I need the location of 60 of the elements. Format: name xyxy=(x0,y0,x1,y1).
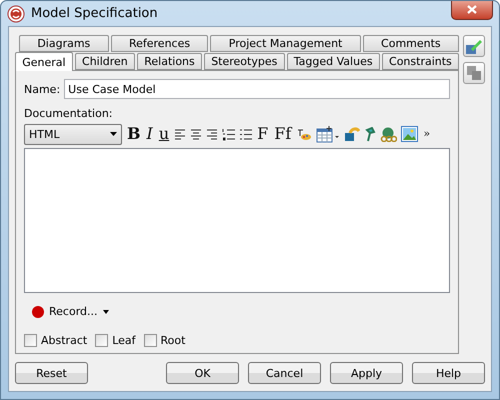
palette-icon xyxy=(296,126,312,142)
checkbox-box[interactable] xyxy=(24,334,37,347)
close-icon xyxy=(467,5,477,14)
checkbox-box[interactable] xyxy=(144,334,157,347)
tab[interactable]: References xyxy=(110,35,208,52)
checkbox[interactable]: Abstract xyxy=(24,334,88,347)
dialog-button[interactable]: Reset xyxy=(15,362,88,384)
tab[interactable]: Constraints xyxy=(382,53,459,70)
checkbox[interactable]: Root xyxy=(144,334,186,347)
align-center-icon xyxy=(190,128,202,140)
tab[interactable]: Diagrams xyxy=(19,35,109,52)
tab[interactable]: Children xyxy=(74,53,136,70)
format-button[interactable]: u xyxy=(158,125,170,143)
toolbar-button[interactable] xyxy=(239,128,252,140)
tab[interactable]: Stereotypes xyxy=(204,53,285,70)
close-button[interactable] xyxy=(451,1,493,20)
bullet-list-icon xyxy=(239,128,252,140)
numbered-list-icon xyxy=(222,128,236,140)
copy-button[interactable] xyxy=(463,62,485,84)
name-field[interactable]: Use Case Model xyxy=(64,79,450,99)
format-button[interactable]: F xyxy=(256,125,270,143)
tab[interactable]: General xyxy=(15,52,73,71)
name-label: Name: xyxy=(24,82,60,96)
format-dropdown[interactable]: HTML xyxy=(24,124,122,144)
record-button[interactable]: Record... xyxy=(32,305,108,318)
copy-icon xyxy=(466,65,482,81)
dialog-button[interactable]: Help xyxy=(412,362,485,384)
format-button[interactable]: » xyxy=(422,125,432,143)
dialog-button[interactable]: Cancel xyxy=(248,362,321,384)
checkbox[interactable]: Leaf xyxy=(95,334,136,347)
toolbar-button[interactable] xyxy=(174,128,186,140)
pin-icon xyxy=(364,126,376,142)
documentation-label: Documentation: xyxy=(24,107,114,120)
record-icon xyxy=(32,306,44,318)
tab[interactable]: Tagged Values xyxy=(286,53,380,70)
align-left-icon xyxy=(174,128,186,140)
dialog-button[interactable]: OK xyxy=(166,362,239,384)
caret-icon xyxy=(102,310,108,314)
toolbar-button[interactable] xyxy=(296,126,312,142)
toolbar-button[interactable] xyxy=(190,128,202,140)
toolbar-button[interactable] xyxy=(222,128,236,140)
edit-button[interactable] xyxy=(463,35,485,57)
tab[interactable]: Project Management xyxy=(210,35,361,52)
align-right-icon xyxy=(206,128,218,140)
caret-icon xyxy=(110,132,117,136)
image-icon xyxy=(401,126,418,142)
pencil-grid-icon xyxy=(465,37,483,55)
format-button[interactable]: B xyxy=(126,125,142,143)
tab[interactable]: Comments xyxy=(362,35,459,52)
globe-icon xyxy=(380,126,398,142)
checkbox-box[interactable] xyxy=(95,334,108,347)
format-button[interactable]: Ff xyxy=(273,125,292,143)
window-title: Model Specification xyxy=(31,6,159,21)
toolbar-button[interactable] xyxy=(316,125,340,143)
app-logo-icon xyxy=(7,4,25,22)
tab[interactable]: Relations xyxy=(137,53,202,70)
format-button[interactable]: I xyxy=(146,125,154,143)
dialog-button[interactable]: Apply xyxy=(330,362,403,384)
table-insert-icon xyxy=(316,125,340,143)
toolbar-button[interactable] xyxy=(206,128,218,140)
